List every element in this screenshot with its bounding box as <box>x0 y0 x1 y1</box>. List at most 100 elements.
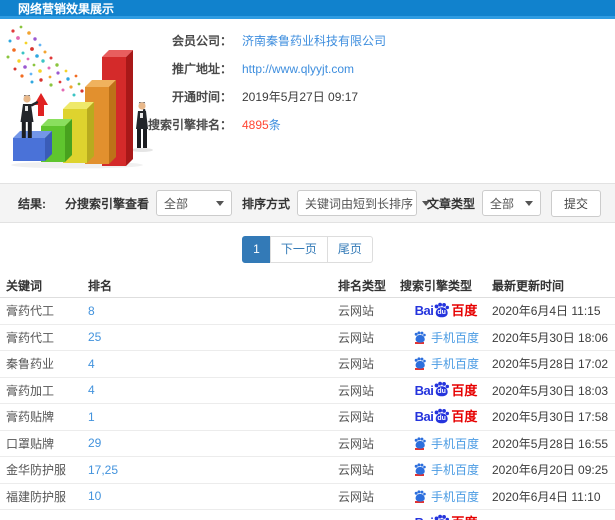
rank-type-cell: 云网站 <box>338 489 375 504</box>
article-type-select-value: 全部 <box>489 196 514 211</box>
engine-cell: Baidu百度 <box>400 408 492 426</box>
updated-cell: 2020年5月28日 16:55 <box>492 436 609 451</box>
rank-link[interactable]: 10 <box>88 489 101 503</box>
rank-count-row: 搜索引擎排名： 4895条 <box>108 117 386 132</box>
keyword-cell: 金华防护服 <box>6 463 67 478</box>
header-rank: 排名 <box>88 278 113 293</box>
mobile-baidu-label: 手机百度 <box>430 357 479 372</box>
table-row: 秦鲁药业 4 云网站 手机百度 2020年5月28日 17:02 <box>0 351 615 378</box>
updated-cell: 2020年5月30日 18:03 <box>492 383 609 398</box>
promo-url-link[interactable]: http://www.qlyyjt.com <box>242 62 354 76</box>
rank-link[interactable]: 4 <box>88 357 95 371</box>
header-keyword: 关键词 <box>6 278 43 293</box>
sort-select-value: 关键词由短到长排序 <box>304 196 413 211</box>
info-section: 会员公司： 济南秦鲁药业科技有限公司 推广地址： http://www.qlyy… <box>0 19 615 183</box>
engine-cell: 手机百度 <box>400 435 492 452</box>
confetti-dots <box>6 25 84 97</box>
keyword-cell: 口罩贴牌 <box>6 436 55 451</box>
table-body: 膏药代工 8 云网站 Bai du 百度 2020年6月4日 11:15 膏药代工 25 云网站手… <box>0 298 615 520</box>
table-row: 福建防护服 10 云网站 手机百度 2020年6月4日 11:10 <box>0 484 615 510</box>
rank-cell: 29 <box>88 436 338 450</box>
baidu-logo-bai: Bai <box>414 303 434 319</box>
keyword-cell: 膏药代工 <box>6 304 55 319</box>
results-section-label: 结果: <box>18 196 46 211</box>
engine-cell: 手机百度 <box>400 461 492 478</box>
caret-down-icon <box>524 200 533 206</box>
keyword-cell: 膏药加工 <box>6 383 55 398</box>
updated-cell: 2020年6月4日 11:15 <box>492 304 601 319</box>
header-engine-type: 搜索引擎类型 <box>400 278 473 293</box>
keyword-ranking-table: 关键词 排名 排名类型 搜索引擎类型 最新更新时间 膏药代工 8 云网站 Bai du 百… <box>0 273 615 520</box>
updated-cell: 2020年5月30日 17:58 <box>492 410 609 425</box>
table-row: 金华防护服 17,25 云网站 手机百度 2020年6月20日 09:25 <box>0 457 615 484</box>
engine-filter-label: 分搜索引擎查看 <box>64 196 149 211</box>
open-time-value: 2019年5月27日 09:17 <box>242 90 359 104</box>
rank-cell: 25 <box>88 330 338 344</box>
mobile-baidu-label: 手机百度 <box>430 489 479 504</box>
rank-cell: 10 <box>88 489 338 503</box>
engine-cell: Baidu百度 <box>400 381 492 399</box>
table-row: 口罩贴牌 29 云网站 手机百度 2020年5月28日 16:55 <box>0 431 615 457</box>
submit-button[interactable]: 提交 <box>550 189 601 217</box>
rank-count-unit: 条 <box>268 118 281 132</box>
baidu-paw-icon: du <box>433 381 450 397</box>
mobile-baidu-label: 手机百度 <box>430 436 479 451</box>
rank-count-number: 4895 <box>242 118 269 132</box>
rank-cell: 8 <box>88 304 338 318</box>
engine-select[interactable]: 全部 <box>155 190 232 216</box>
rank-link[interactable]: 8 <box>88 304 95 318</box>
engine-select-value: 全部 <box>163 196 188 211</box>
promo-url-label: 推广地址： <box>171 62 232 76</box>
baidu-logo: Baidu百度 <box>415 381 478 399</box>
baidu-paw-icon: du <box>433 514 450 520</box>
pagination: 1 下一页 尾页 <box>0 236 615 263</box>
last-page-button[interactable]: 尾页 <box>326 236 373 263</box>
header-rank-type: 排名类型 <box>338 278 387 293</box>
table-row: 膏药贴牌 1 云网站 Bai du 百度 2020年5月30日 17:58 <box>0 404 615 431</box>
baidu-logo: Baidu百度 <box>415 408 477 426</box>
baidu-logo-cn: 百度 <box>451 382 478 398</box>
rank-link[interactable]: 29 <box>88 436 101 450</box>
rank-type-cell: 云网站 <box>338 304 375 319</box>
up-arrow <box>34 93 48 116</box>
baidu-paw-icon <box>413 437 427 450</box>
page-title: 网络营销效果展示 <box>18 2 115 16</box>
engine-cell: 手机百度 <box>400 488 492 505</box>
keyword-cell: 膏药贴牌 <box>6 410 55 425</box>
engine-cell: Baidu百度 <box>400 302 492 320</box>
page-1-button[interactable]: 1 <box>242 236 271 263</box>
updated-cell: 2020年6月4日 11:10 <box>492 489 601 504</box>
bar-blue <box>13 131 52 161</box>
mobile-baidu-label: 手机百度 <box>430 463 479 478</box>
rank-cell: 1 <box>88 410 338 424</box>
updated-cell: 2020年5月28日 17:02 <box>492 357 609 372</box>
next-page-button[interactable]: 下一页 <box>269 236 328 263</box>
table-row: 膏药代工 25 云网站 手机百度 2020年5月30日 18:06 <box>0 325 615 351</box>
article-type-filter-label: 文章类型 <box>426 196 475 211</box>
rank-link[interactable]: 17,25 <box>88 463 118 477</box>
engine-cell: Baidu百度 <box>400 514 492 520</box>
rank-link[interactable]: 4 <box>88 383 95 397</box>
keyword-cell: 膏药代工 <box>6 330 55 345</box>
rank-cell: 4 <box>88 357 338 371</box>
member-company-link[interactable]: 济南秦鲁药业科技有限公司 <box>242 32 386 49</box>
rank-link[interactable]: 1 <box>88 410 95 424</box>
mobile-baidu-logo: 手机百度 <box>413 488 479 505</box>
title-bar: 网络营销效果展示 <box>0 0 615 19</box>
rank-type-cell: 云网站 <box>338 357 375 372</box>
baidu-logo-bai: Bai <box>415 516 434 520</box>
engine-cell: 手机百度 <box>400 329 492 346</box>
member-company-row: 会员公司： 济南秦鲁药业科技有限公司 <box>108 33 386 48</box>
promo-url-row: 推广地址： http://www.qlyyjt.com <box>108 61 386 77</box>
rank-type-cell: 云网站 <box>338 410 375 425</box>
baidu-paw-icon <box>413 490 427 503</box>
rank-type-cell: 云网站 <box>338 463 375 478</box>
rank-cell: 17,25 <box>88 463 338 477</box>
baidu-paw-icon <box>413 331 427 344</box>
open-time-row: 开通时间： 2019年5月27日 09:17 <box>108 89 386 104</box>
rank-type-cell: 云网站 <box>338 383 375 398</box>
rank-link[interactable]: 25 <box>88 330 101 344</box>
sort-select[interactable]: 关键词由短到长排序 <box>296 190 430 216</box>
article-type-select[interactable]: 全部 <box>481 190 541 216</box>
baidu-logo: Baidu百度 <box>414 302 477 320</box>
